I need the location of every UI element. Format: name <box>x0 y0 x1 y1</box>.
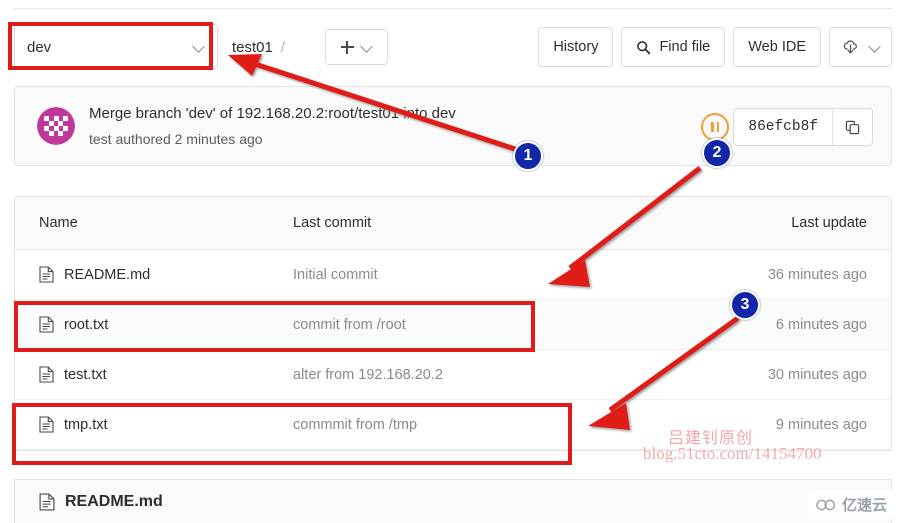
commit-author-meta: test authored 2 minutes ago <box>89 131 263 147</box>
file-name-label: test.txt <box>64 366 107 383</box>
repo-toolbar: dev test01 / History Find file Web IDE <box>14 24 892 70</box>
file-icon <box>39 366 54 383</box>
column-header-last-commit: Last commit <box>293 215 372 231</box>
branch-name: dev <box>27 38 52 56</box>
latest-commit-card: Merge branch 'dev' of 192.168.20.2:root/… <box>14 86 892 166</box>
table-row[interactable]: tmp.txt commmit from /tmp 9 minutes ago <box>15 400 891 450</box>
file-last-commit[interactable]: Initial commit <box>293 267 691 283</box>
file-icon <box>39 492 55 511</box>
file-icon <box>39 316 54 333</box>
table-header: Name Last commit Last update <box>15 197 891 250</box>
breadcrumb-repo[interactable]: test01 <box>232 39 273 56</box>
breadcrumb: test01 / <box>232 24 285 70</box>
commit-sha-group: 86efcb8f <box>733 108 873 146</box>
commit-sha[interactable]: 86efcb8f <box>734 109 832 145</box>
file-last-commit[interactable]: commmit from /tmp <box>293 417 691 433</box>
copy-icon[interactable] <box>832 109 872 145</box>
chevron-down-icon <box>869 41 881 53</box>
file-name-cell[interactable]: tmp.txt <box>15 416 293 433</box>
brand-badge: 亿速云 <box>807 490 895 519</box>
chevron-down-icon <box>361 41 373 53</box>
readme-preview-header: README.md <box>14 479 892 523</box>
column-header-name: Name <box>39 215 78 231</box>
toolbar-actions: History Find file Web IDE <box>538 27 892 67</box>
branch-selector[interactable]: dev <box>14 24 218 70</box>
web-ide-button[interactable]: Web IDE <box>733 27 821 67</box>
table-row[interactable]: test.txt alter from 192.168.20.2 30 minu… <box>15 350 891 400</box>
gitlab-repository-page: dev test01 / History Find file Web IDE M… <box>0 0 903 523</box>
file-name-cell[interactable]: root.txt <box>15 316 293 333</box>
find-file-button-label: Find file <box>659 39 711 55</box>
top-divider <box>14 8 892 9</box>
file-name-cell[interactable]: README.md <box>15 266 293 283</box>
readme-title: README.md <box>65 492 163 510</box>
file-last-commit[interactable]: commit from /root <box>293 317 691 333</box>
file-name-label: root.txt <box>64 316 109 333</box>
table-row[interactable]: README.md Initial commit 36 minutes ago <box>15 250 891 300</box>
history-button[interactable]: History <box>538 27 614 67</box>
column-header-last-update: Last update <box>791 215 867 231</box>
chevron-down-icon <box>193 41 205 53</box>
plus-icon <box>340 40 354 54</box>
file-last-commit[interactable]: alter from 192.168.20.2 <box>293 367 691 383</box>
web-ide-button-label: Web IDE <box>748 39 806 55</box>
brand-label: 亿速云 <box>841 497 887 514</box>
breadcrumb-separator: / <box>280 38 286 56</box>
avatar <box>37 107 75 145</box>
file-last-update: 30 minutes ago <box>767 366 867 383</box>
commit-message[interactable]: Merge branch 'dev' of 192.168.20.2:root/… <box>89 103 456 125</box>
file-name-cell[interactable]: test.txt <box>15 366 293 383</box>
download-cloud-icon <box>842 39 859 56</box>
file-icon <box>39 266 54 283</box>
file-icon <box>39 416 54 433</box>
file-list-table: Name Last commit Last update README.md I… <box>14 196 892 451</box>
watermark-url: blog.51cto.com/14154700 <box>643 444 822 463</box>
add-to-repo-button[interactable] <box>325 29 388 65</box>
commit-text-block: Merge branch 'dev' of 192.168.20.2:root/… <box>89 103 456 150</box>
download-clone-button[interactable] <box>829 27 892 67</box>
file-last-update: 6 minutes ago <box>775 316 867 333</box>
pipeline-status-icon[interactable] <box>701 113 729 141</box>
table-row[interactable]: root.txt commit from /root 6 minutes ago <box>15 300 891 350</box>
file-last-update: 36 minutes ago <box>767 266 867 283</box>
find-file-button[interactable]: Find file <box>621 27 726 67</box>
file-name-label: README.md <box>64 266 151 283</box>
history-button-label: History <box>553 39 599 55</box>
search-icon <box>636 40 651 55</box>
cloud-logo-icon <box>816 498 838 512</box>
file-name-label: tmp.txt <box>64 416 108 433</box>
